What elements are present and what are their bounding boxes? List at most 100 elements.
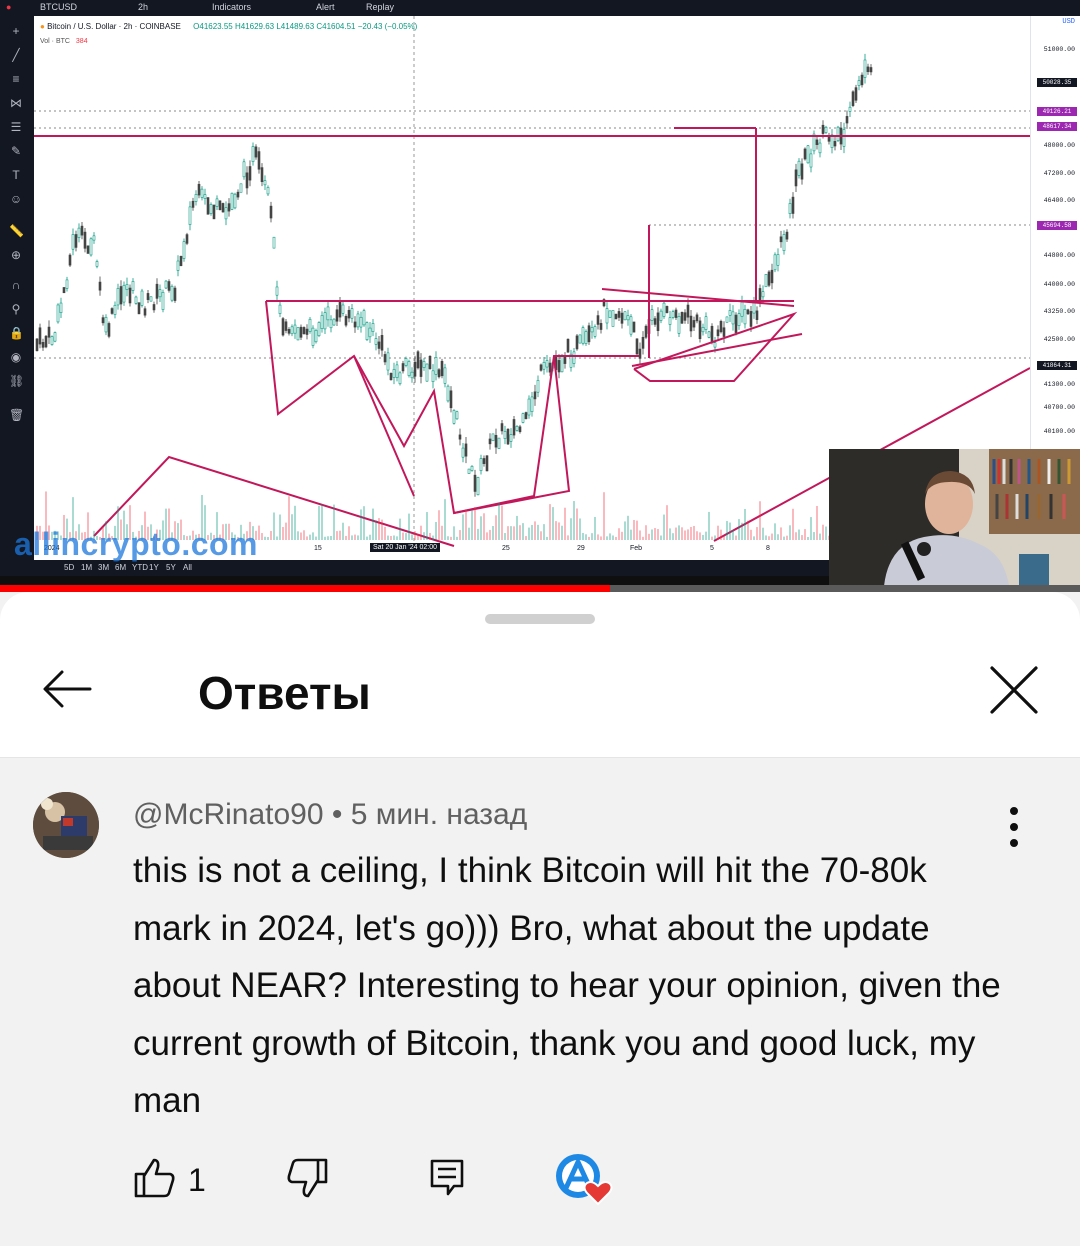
candle-body — [245, 172, 249, 189]
volume-bar — [537, 524, 539, 540]
volume-bar — [663, 514, 665, 540]
candle-body — [170, 285, 174, 301]
interval-selector: 2h — [138, 2, 149, 12]
candle-body — [209, 204, 213, 214]
avatar[interactable] — [33, 792, 99, 858]
candle-body — [281, 318, 285, 336]
volume-bar — [453, 526, 455, 540]
candle-body — [797, 160, 801, 176]
candle-body — [464, 443, 468, 457]
volume-bar — [732, 530, 734, 540]
timeframe-option: 1M — [81, 563, 93, 572]
candle-body — [431, 370, 435, 382]
candle-body — [488, 438, 492, 445]
volume-bar — [639, 530, 641, 540]
candle-body — [743, 308, 747, 325]
volume-bar — [630, 529, 632, 540]
candle-body — [521, 413, 525, 423]
candle-body — [860, 74, 864, 86]
candle-body — [428, 355, 432, 370]
volume-bar — [498, 502, 500, 540]
volume-bar — [636, 520, 638, 540]
candle-body — [590, 327, 594, 333]
alert-button: Alert — [316, 2, 335, 12]
candle-body — [776, 254, 780, 266]
candle-body — [608, 310, 612, 318]
candle-body — [536, 380, 540, 393]
video-player[interactable]: ● BTCUSD 2h Indicators Alert Replay + ╱ … — [0, 0, 1080, 592]
candle-body — [461, 447, 465, 458]
volume-bar — [507, 526, 509, 540]
candle-body — [557, 360, 561, 373]
candle-body — [221, 203, 225, 213]
candle-body — [548, 362, 552, 373]
candle-body — [611, 310, 615, 327]
lock-draw-icon: ⚲ — [11, 302, 21, 316]
volume-bar — [693, 525, 695, 540]
candle-body — [683, 312, 687, 321]
progress-bar[interactable] — [0, 585, 611, 592]
candle-body — [698, 320, 702, 339]
volume-bar — [363, 506, 365, 540]
time-axis-label: 5 — [710, 545, 714, 552]
candle-body — [296, 327, 300, 341]
candle-body — [317, 322, 321, 337]
volume-bar — [501, 505, 503, 540]
volume-bar — [825, 526, 827, 540]
close-button[interactable] — [984, 660, 1044, 720]
volume-bar — [261, 533, 263, 540]
volume-bar — [486, 532, 488, 540]
volume-bar — [420, 525, 422, 540]
candle-body — [74, 234, 78, 248]
volume-bar — [729, 522, 731, 540]
back-button[interactable] — [38, 664, 98, 714]
price-axis-label: 51000.00 — [1043, 46, 1075, 53]
candle-body — [308, 318, 312, 332]
volume-bar — [435, 521, 437, 540]
thumbs-up-icon — [134, 1158, 175, 1198]
candle-body — [437, 369, 441, 378]
candle-body — [257, 151, 261, 170]
candle-body — [749, 311, 753, 327]
volume-bar — [282, 527, 284, 540]
candle-body — [380, 335, 384, 351]
candle-body — [83, 231, 87, 249]
reply-button[interactable] — [428, 1156, 468, 1200]
volume-bar — [810, 517, 812, 540]
candle-body — [722, 327, 726, 337]
candle-body — [587, 325, 591, 343]
crosshair-icon: + — [12, 24, 20, 38]
candle-body — [668, 317, 672, 325]
candle-body — [62, 287, 66, 294]
candle-body — [191, 200, 195, 208]
comment-time[interactable]: 5 мин. назад — [351, 798, 528, 831]
candle-body — [305, 328, 309, 335]
price-axis-label: 42500.00 — [1043, 336, 1075, 343]
candle-body — [485, 455, 489, 472]
candle-body — [761, 291, 765, 298]
text-icon: T — [12, 168, 20, 182]
time-axis-label: 8 — [766, 545, 770, 552]
drag-handle[interactable] — [485, 614, 595, 624]
candle-body — [857, 80, 861, 86]
thumbs-down-icon — [287, 1158, 328, 1198]
candle-body — [59, 302, 63, 313]
candle-body — [599, 323, 603, 330]
comment-author[interactable]: @McRinato90 — [133, 798, 324, 831]
volume-bar — [669, 528, 671, 540]
volume-bar — [513, 526, 515, 540]
volume-bar — [495, 515, 497, 540]
close-icon — [990, 666, 1038, 714]
volume-bar — [477, 528, 479, 540]
candle-body — [134, 296, 138, 304]
volume-bar — [720, 529, 722, 540]
candle-body — [734, 314, 738, 333]
candle-body — [332, 318, 336, 326]
volume-bar — [402, 532, 404, 540]
volume-bar — [687, 529, 689, 540]
candle-body — [689, 315, 693, 332]
timeframe-option: YTD — [132, 563, 148, 572]
candle-body — [122, 284, 126, 303]
like-button[interactable] — [132, 1156, 176, 1200]
dislike-button[interactable] — [286, 1156, 330, 1200]
